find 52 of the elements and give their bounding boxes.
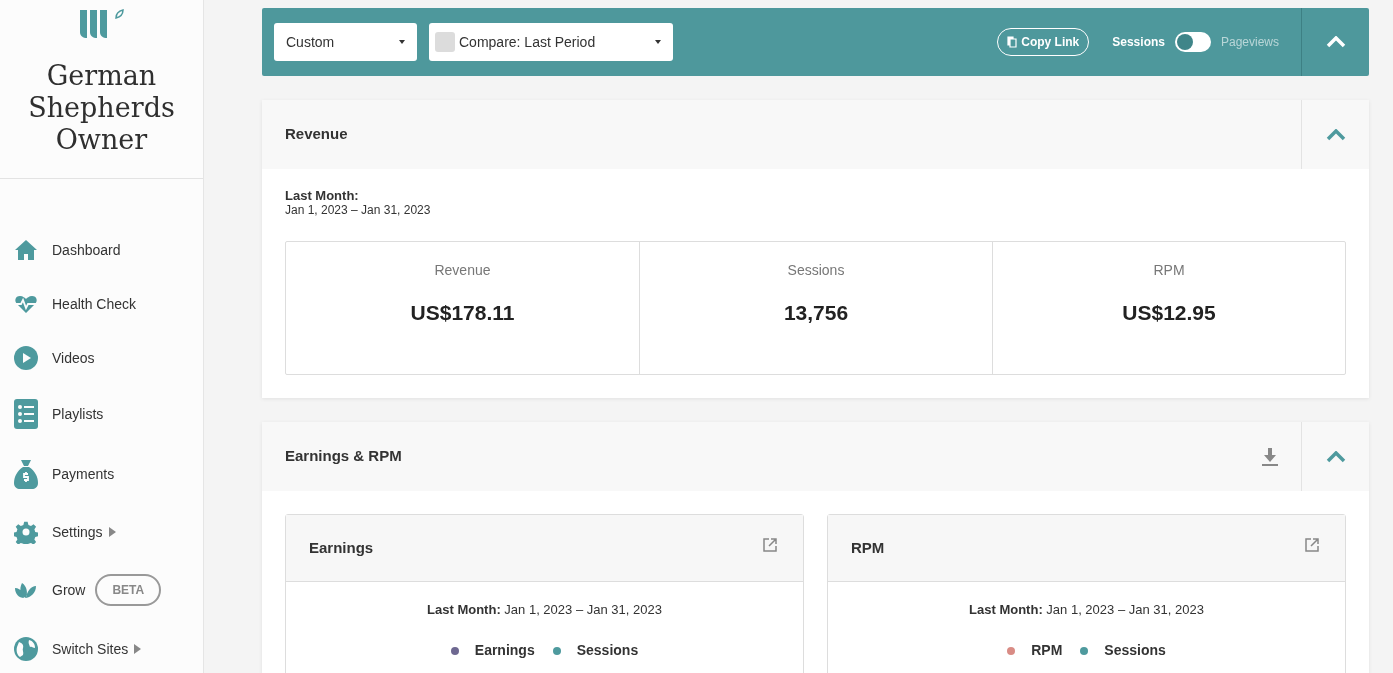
legend-label: RPM [1031,641,1063,660]
caret-icon [399,40,405,44]
settings-icon [14,520,38,544]
heartbeat-icon [14,294,38,314]
external-link-icon[interactable] [1305,538,1319,552]
sidebar-item[interactable]: Playlists [14,399,104,429]
sidebar-item[interactable]: Grow [14,579,86,601]
caret-icon [108,527,116,537]
download-icon[interactable] [1261,446,1279,467]
logo-icon [77,8,126,40]
range-dropdown[interactable]: Custom [274,23,417,61]
sidebar-item[interactable]: Health Check [14,293,137,315]
chevron-up-icon [1325,36,1346,48]
globe-icon [14,637,38,661]
panel-title: Earnings & RPM [285,446,402,467]
panel-title: Revenue [285,124,348,145]
compare-dropdown[interactable]: Compare: Last Period [429,23,673,61]
sidebar-item[interactable]: Settings [14,520,116,544]
beta-badge: BETA [95,574,162,606]
stat-value: US$12.95 [1122,300,1216,326]
date-range: Last Month: Jan 1, 2023 – Jan 31, 2023 [968,602,1205,617]
home-icon [14,239,38,261]
copy-icon [1007,36,1018,48]
site-name: German Shepherds Owner [27,60,176,156]
date-range: Last Month: Jan 1, 2023 – Jan 31, 2023 [426,602,663,617]
toggle-switch[interactable] [1174,32,1211,52]
chevron-up-icon [1325,128,1346,141]
money-bag-icon [14,459,38,489]
stat-label: RPM [1153,261,1185,280]
card-title: RPM [851,537,885,558]
caret-icon [134,644,142,654]
stat-label: Sessions [787,261,845,280]
caret-icon [655,40,661,44]
legend-label: Earnings [474,641,535,660]
stat-value: 13,756 [783,300,849,326]
stat-label: Revenue [434,261,491,280]
sidebar-item[interactable]: Videos [14,346,95,370]
stat-value: US$178.11 [410,300,515,326]
sidebar-item[interactable]: Dashboard [14,239,121,261]
leaf-icon [14,581,38,599]
external-link-icon[interactable] [763,538,777,552]
play-icon [14,346,38,370]
legend-label: Sessions [576,641,639,660]
period-label: Last Month: [285,188,360,203]
checkbox[interactable] [435,32,455,52]
card-title: Earnings [309,537,374,558]
list-icon [14,399,38,429]
chevron-up-icon [1325,450,1346,463]
sidebar-item[interactable]: Payments [14,459,115,489]
sidebar-item[interactable]: Switch Sites [14,637,142,661]
date-range: Jan 1, 2023 – Jan 31, 2023 [285,203,432,218]
legend-label: Sessions [1104,641,1166,660]
